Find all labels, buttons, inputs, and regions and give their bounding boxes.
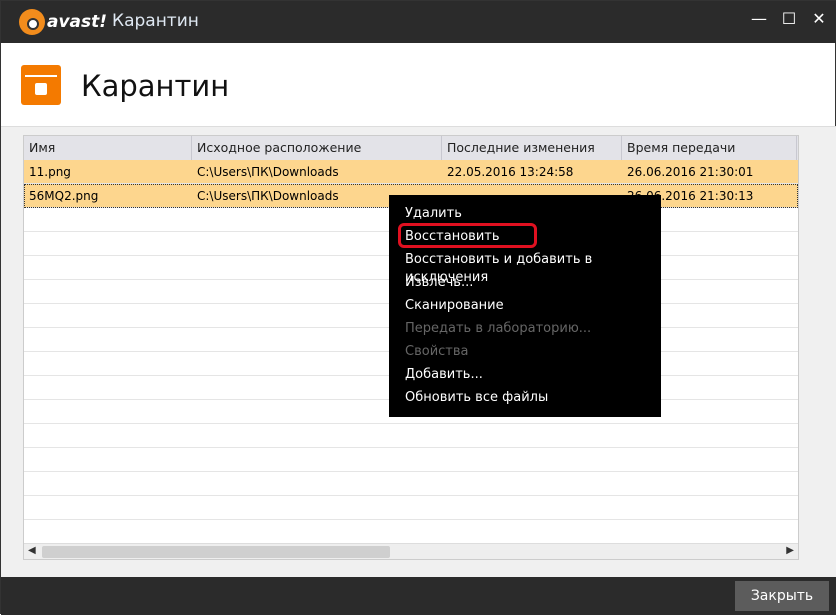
scroll-left-icon[interactable]: ◀ — [28, 545, 36, 556]
cell-modified: 22.05.2016 13:24:58 — [447, 164, 574, 179]
cell-location: C:\Users\ПК\Downloads — [197, 164, 339, 179]
scroll-right-icon[interactable]: ▶ — [786, 545, 794, 556]
table-row[interactable]: 11.png C:\Users\ПК\Downloads 22.05.2016 … — [24, 160, 798, 184]
highlight-annotation — [398, 223, 537, 248]
menu-item-scan[interactable]: Сканирование — [389, 297, 661, 320]
close-button[interactable]: Закрыть — [735, 581, 829, 611]
horizontal-scrollbar[interactable]: ◀ ▶ — [24, 543, 798, 559]
avast-logo: avast! — [19, 9, 107, 35]
page-title: Карантин — [81, 69, 230, 103]
menu-item-extract[interactable]: Извлечь... — [389, 274, 661, 297]
column-header-name[interactable]: Имя — [24, 136, 192, 160]
avast-splat-icon — [19, 9, 45, 35]
title-bar: avast! Карантин — ☐ ✕ — [1, 1, 836, 43]
column-header-modified[interactable]: Последние изменения — [442, 136, 622, 160]
cell-name: 11.png — [29, 164, 71, 179]
menu-item-send-lab: Передать в лабораторию... — [405, 321, 592, 336]
page-header: Карантин — [1, 43, 836, 127]
quarantine-chest-icon — [21, 65, 61, 105]
cell-sent: 26.06.2016 21:30:01 — [627, 164, 754, 179]
menu-item-refresh-all[interactable]: Обновить все файлы — [389, 389, 661, 412]
menu-item-restore-exclude[interactable]: Восстановить и добавить в исключения — [389, 251, 661, 285]
minimize-icon[interactable]: — — [751, 9, 767, 28]
maximize-icon[interactable]: ☐ — [781, 9, 797, 28]
window-title: Карантин — [112, 11, 199, 31]
close-icon[interactable]: ✕ — [811, 9, 827, 28]
menu-item-add[interactable]: Добавить... — [389, 366, 661, 389]
cell-name: 56MQ2.png — [29, 188, 99, 203]
column-header-sent[interactable]: Время передачи — [622, 136, 797, 160]
footer: Закрыть — [1, 577, 836, 615]
column-header-location[interactable]: Исходное расположение — [192, 136, 442, 160]
menu-item-properties: Свойства — [405, 344, 469, 359]
brand-text: avast! — [47, 12, 108, 32]
scrollbar-thumb[interactable] — [42, 546, 390, 558]
